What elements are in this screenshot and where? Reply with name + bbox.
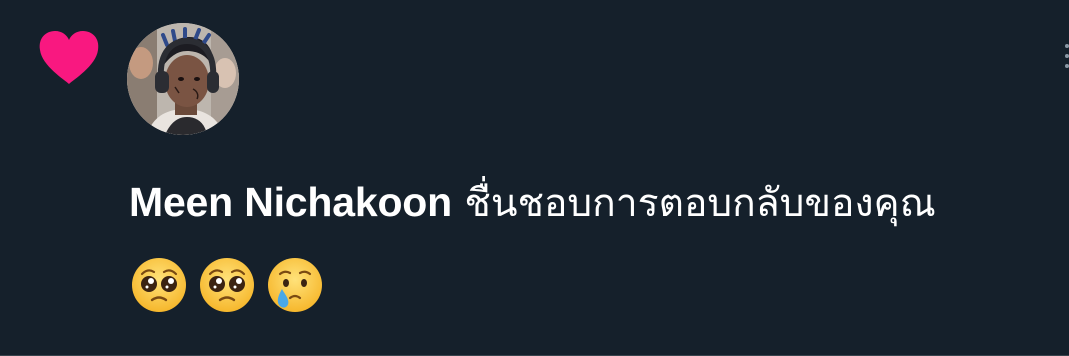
heart-icon: [39, 31, 99, 84]
more-options-icon[interactable]: [1063, 40, 1069, 76]
pleading-face-emoji: [200, 258, 254, 312]
pleading-face-emoji: [132, 258, 186, 312]
user-name-link[interactable]: Meen Nichakoon: [129, 179, 452, 225]
reply-preview[interactable]: [130, 256, 324, 314]
avatar[interactable]: [127, 23, 239, 135]
face-holding-back-tears-emoji: [268, 258, 322, 312]
like-notification[interactable]: Meen Nichakoon ชื่นชอบการตอบกลับของคุณ: [0, 0, 1069, 356]
notification-text: Meen Nichakoon ชื่นชอบการตอบกลับของคุณ: [129, 176, 936, 230]
avatar-image: [127, 23, 239, 135]
action-text: ชื่นชอบการตอบกลับของคุณ: [451, 181, 936, 226]
